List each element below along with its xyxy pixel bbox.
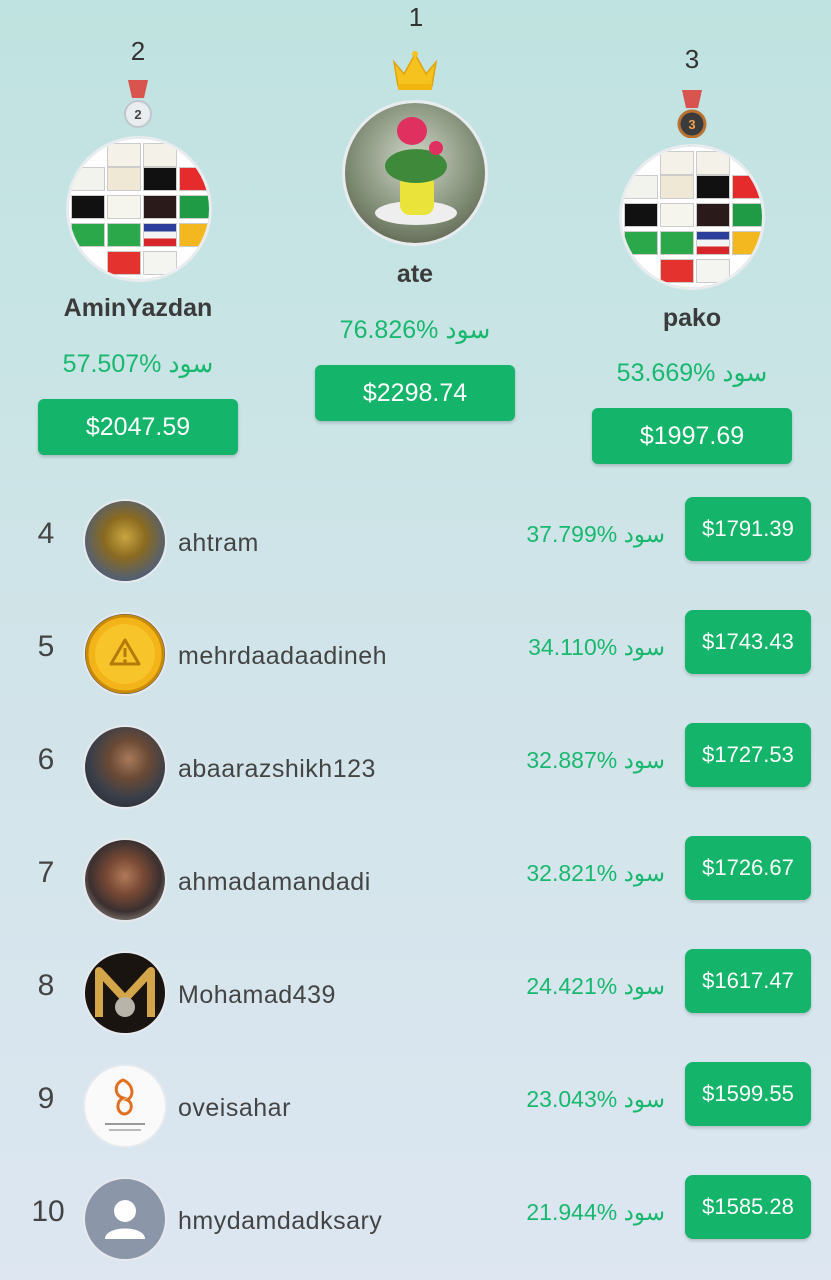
- username: mehrdaadaadineh: [178, 642, 388, 670]
- list-item[interactable]: 9 oveisahar 23.043% سود $1599.55: [0, 1062, 831, 1164]
- profit-text: 57.507% سود: [62, 350, 214, 378]
- profit-text: 21.944% سود: [526, 1199, 665, 1225]
- avatar[interactable]: [83, 951, 167, 1035]
- amount-button[interactable]: $2298.74: [315, 365, 515, 421]
- avatar[interactable]: [83, 838, 167, 922]
- amount-button[interactable]: $1727.53: [685, 723, 811, 787]
- rank-number: 8: [37, 969, 55, 1002]
- silver-medal-icon: 2: [124, 80, 152, 128]
- list-item[interactable]: 8 Mohamad439 24.421% سود $1617.47: [0, 949, 831, 1051]
- amount-button[interactable]: $1617.47: [685, 949, 811, 1013]
- username: abaarazshikh123: [178, 755, 376, 783]
- profit-text: 32.887% سود: [526, 747, 665, 773]
- avatar[interactable]: [83, 612, 167, 696]
- username: ahmadamandadi: [178, 868, 371, 896]
- username: hmydamdadksary: [178, 1207, 383, 1235]
- amount-button[interactable]: $1997.69: [592, 408, 792, 464]
- rank-number: 6: [37, 743, 55, 776]
- avatar[interactable]: [83, 1064, 167, 1148]
- rank-number: 3: [684, 44, 700, 74]
- avatar[interactable]: [619, 144, 765, 290]
- username: Mohamad439: [178, 981, 336, 1009]
- username: pako: [662, 304, 722, 332]
- crown-icon: [392, 51, 438, 90]
- username: oveisahar: [178, 1094, 291, 1122]
- amount-button[interactable]: $1791.39: [685, 497, 811, 561]
- profit-text: 23.043% سود: [526, 1086, 665, 1112]
- list-item[interactable]: 5 mehrdaadaadineh 34.110% سود $1743.43: [0, 610, 831, 712]
- amount-button[interactable]: $1743.43: [685, 610, 811, 674]
- avatar[interactable]: [66, 136, 212, 282]
- amount-button[interactable]: $1726.67: [685, 836, 811, 900]
- logo-icon: [105, 1078, 145, 1131]
- amount-button[interactable]: $2047.59: [38, 399, 238, 455]
- user-placeholder-icon: [105, 1200, 145, 1239]
- avatar[interactable]: [342, 100, 488, 246]
- avatar[interactable]: [83, 725, 167, 809]
- rank-number: 7: [37, 856, 55, 889]
- rank-number: 10: [31, 1195, 65, 1228]
- rank-number: 1: [408, 2, 424, 32]
- avatar[interactable]: [83, 499, 167, 583]
- amount-button[interactable]: $1599.55: [685, 1062, 811, 1126]
- rank-number: 9: [37, 1082, 55, 1115]
- amount-button[interactable]: $1585.28: [685, 1175, 811, 1239]
- username: ate: [396, 260, 434, 288]
- profit-text: 34.110% سود: [528, 634, 665, 660]
- profit-text: 24.421% سود: [526, 973, 665, 999]
- profit-text: 76.826% سود: [339, 316, 491, 344]
- rank-number: 4: [37, 517, 55, 550]
- avatar[interactable]: [83, 1177, 167, 1261]
- username: ahtram: [178, 529, 259, 557]
- svg-text:2: 2: [134, 107, 141, 122]
- rank-number: 2: [130, 36, 146, 66]
- username: AminYazdan: [63, 294, 213, 322]
- profit-text: 37.799% سود: [526, 521, 665, 547]
- list-item[interactable]: 10 hmydamdadksary 21.944% سود $1585.28: [0, 1175, 831, 1277]
- warning-coin-icon: [85, 614, 165, 694]
- svg-text:3: 3: [688, 117, 695, 132]
- bronze-medal-icon: 3: [677, 90, 707, 138]
- profit-text: 32.821% سود: [526, 860, 665, 886]
- list-item[interactable]: 4 ahtram 37.799% سود $1791.39: [0, 497, 831, 599]
- profit-text: 53.669% سود: [616, 359, 768, 387]
- letter-m-icon: [95, 967, 155, 1017]
- list-item[interactable]: 7 ahmadamandadi 32.821% سود $1726.67: [0, 836, 831, 938]
- list-item[interactable]: 6 abaarazshikh123 32.887% سود $1727.53: [0, 723, 831, 825]
- rank-number: 5: [37, 630, 55, 663]
